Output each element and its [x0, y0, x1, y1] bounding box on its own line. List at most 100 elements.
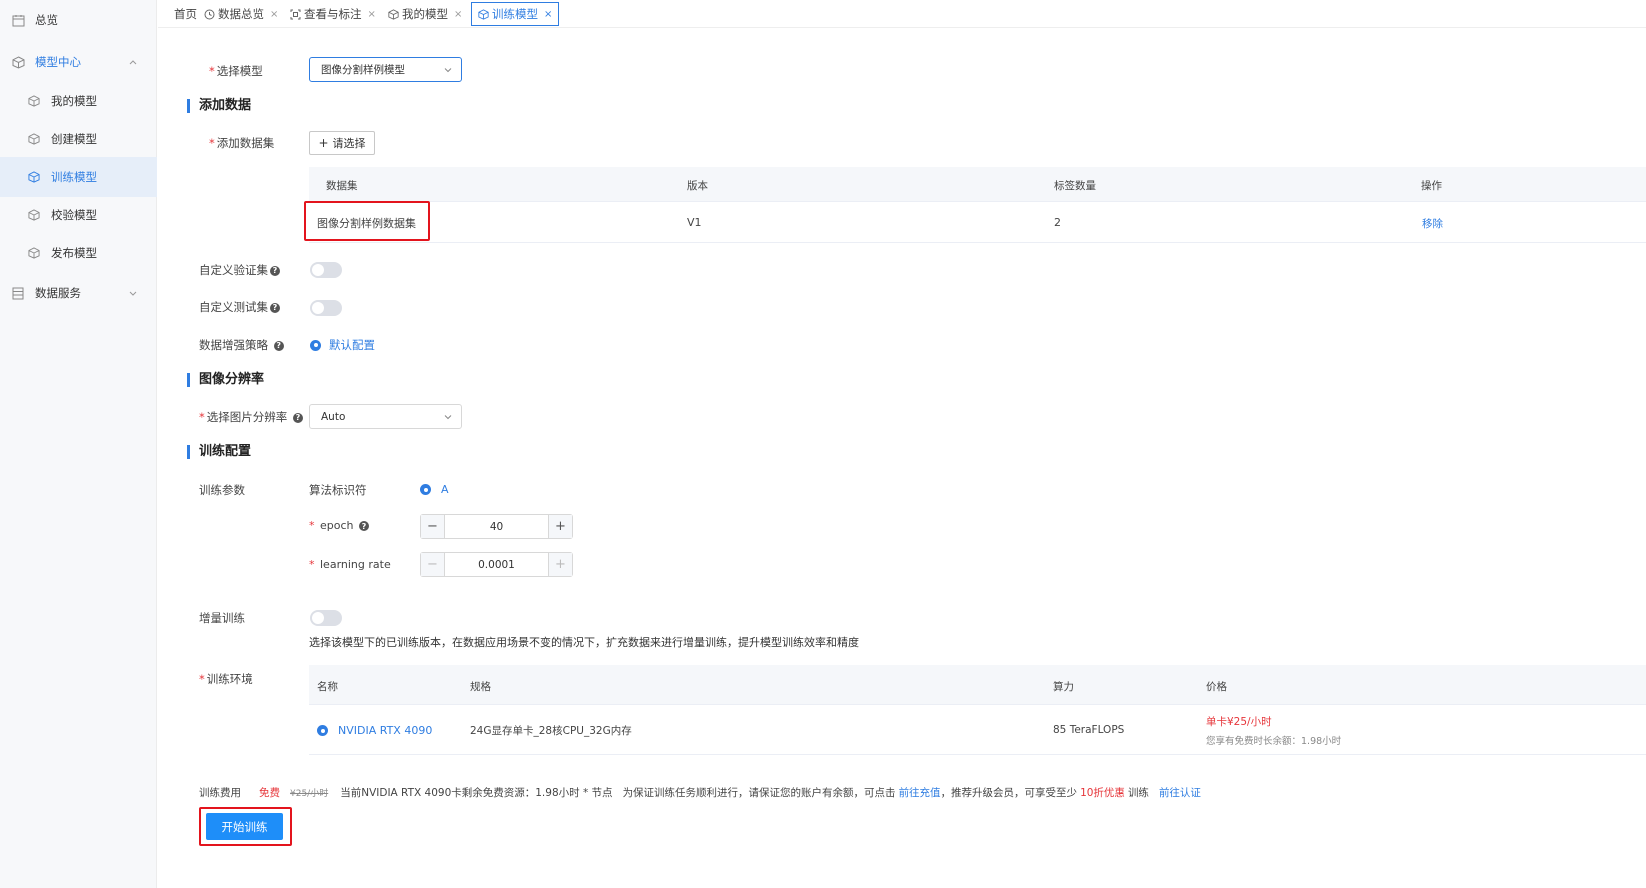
- column-header: 规格: [470, 681, 491, 693]
- augment-label: 数据增强策略 ?: [199, 337, 284, 353]
- decrement-button[interactable]: −: [421, 553, 445, 576]
- plus-icon: +: [318, 136, 329, 150]
- section-train-config: 训练配置: [187, 445, 251, 459]
- sidebar-item-validate-model[interactable]: 校验模型: [0, 195, 157, 235]
- tab-home[interactable]: 首页: [174, 2, 197, 26]
- env-table-header: [309, 665, 1646, 705]
- tab-label: 我的模型: [402, 7, 448, 21]
- epoch-label: * epoch ?: [309, 519, 369, 532]
- tab-label: 数据总览: [218, 7, 264, 21]
- column-header: 名称: [317, 681, 338, 693]
- cube-icon: [27, 94, 41, 108]
- cube-icon: [478, 8, 489, 20]
- help-icon[interactable]: ?: [273, 340, 284, 351]
- increment-button[interactable]: +: [548, 553, 572, 576]
- help-icon[interactable]: ?: [292, 412, 303, 423]
- model-select[interactable]: 图像分割样例模型: [309, 57, 462, 82]
- close-icon[interactable]: ×: [368, 9, 376, 20]
- epoch-value[interactable]: 40: [445, 515, 548, 538]
- resolution-label: * 选择图片分辨率 ?: [199, 409, 303, 425]
- incremental-toggle[interactable]: [310, 610, 342, 626]
- discount-text: 10折优惠: [1080, 787, 1125, 799]
- fee-notice-2: ，推荐升级会员，可享受至少: [940, 787, 1078, 799]
- radio-selected[interactable]: [420, 484, 431, 495]
- help-icon[interactable]: ?: [270, 302, 280, 313]
- lr-value[interactable]: 0.0001: [445, 553, 548, 576]
- tab-my-models[interactable]: 我的模型 ×: [388, 2, 462, 26]
- add-dataset-label: * 添加数据集: [209, 136, 275, 150]
- sidebar-item-model-center[interactable]: 模型中心: [0, 42, 157, 82]
- scan-icon: [290, 9, 301, 20]
- tab-label: 训练模型: [492, 7, 538, 21]
- tab-train-model[interactable]: 训练模型 ×: [471, 2, 560, 26]
- help-icon[interactable]: ?: [270, 265, 280, 276]
- sidebar-item-label: 总览: [35, 13, 58, 27]
- chevron-down-icon: [129, 291, 137, 296]
- sidebar-item-train-model[interactable]: 训练模型: [0, 157, 157, 197]
- lr-stepper[interactable]: − 0.0001 +: [420, 552, 573, 577]
- env-spec: 24G显存单卡_28核CPU_32G内存: [470, 725, 632, 737]
- env-power: 85 TeraFLOPS: [1053, 724, 1125, 736]
- tab-label: 首页: [174, 7, 197, 21]
- sidebar-item-data-service[interactable]: 数据服务: [0, 273, 157, 313]
- chevron-down-icon: [444, 68, 452, 73]
- column-header: 操作: [1421, 180, 1442, 192]
- choose-dataset-label: 请选择: [332, 137, 366, 150]
- tab-data-overview[interactable]: 数据总览 ×: [204, 2, 278, 26]
- env-label: * 训练环境: [199, 672, 253, 686]
- recharge-link[interactable]: 前往充值: [899, 785, 941, 800]
- cube-icon: [388, 8, 399, 20]
- choose-dataset-button[interactable]: + 请选择: [309, 131, 375, 155]
- env-option[interactable]: NVIDIA RTX 4090: [317, 724, 432, 737]
- clock-icon: [204, 9, 215, 20]
- tab-view-annotate[interactable]: 查看与标注 ×: [290, 2, 376, 26]
- decrement-button[interactable]: −: [421, 515, 445, 538]
- sidebar-item-label: 发布模型: [51, 246, 97, 260]
- sidebar-item-my-models[interactable]: 我的模型: [0, 81, 157, 121]
- column-header: 数据集: [326, 180, 358, 192]
- tab-label: 查看与标注: [304, 7, 362, 21]
- radio-selected[interactable]: [317, 725, 328, 736]
- fee-free: 免费: [259, 787, 280, 799]
- select-model-label: * 选择模型: [209, 64, 263, 78]
- sidebar-item-label: 校验模型: [51, 208, 97, 222]
- close-icon[interactable]: ×: [270, 9, 278, 20]
- custom-test-toggle[interactable]: [310, 300, 342, 316]
- section-resolution: 图像分辨率: [187, 373, 264, 387]
- close-icon[interactable]: ×: [454, 9, 462, 20]
- augment-option-label: 默认配置: [329, 338, 375, 352]
- sidebar-item-label: 创建模型: [51, 132, 97, 146]
- train-params-label: 训练参数: [199, 483, 245, 497]
- custom-val-label: 自定义验证集?: [199, 262, 280, 278]
- main-content: * 选择模型 图像分割样例模型 添加数据 * 添加数据集 + 请选择 数据集 版本 …: [158, 28, 1646, 888]
- dataset-label-count: 2: [1054, 216, 1061, 229]
- sidebar-item-label: 模型中心: [35, 55, 81, 69]
- fee-line: 训练费用 免费 ¥25/小时 当前NVIDIA RTX 4090卡剩余免费资源：…: [199, 785, 1201, 800]
- cube-icon: [27, 208, 41, 222]
- resolution-select[interactable]: Auto: [309, 404, 462, 429]
- resolution-select-value: Auto: [321, 410, 346, 423]
- certify-link[interactable]: 前往认证: [1159, 785, 1201, 800]
- custom-val-toggle[interactable]: [310, 262, 342, 278]
- highlight-box: [304, 201, 430, 241]
- augment-option[interactable]: 默认配置: [310, 337, 375, 353]
- sidebar-item-label: 我的模型: [51, 94, 97, 108]
- sidebar-item-publish-model[interactable]: 发布模型: [0, 233, 157, 273]
- incremental-description: 选择该模型下的已训练版本，在数据应用场景不变的情况下，扩充数据来进行增量训练，提…: [309, 636, 859, 649]
- remove-dataset-link[interactable]: 移除: [1422, 216, 1443, 231]
- cube-icon: [27, 246, 41, 260]
- help-icon[interactable]: ?: [359, 521, 369, 531]
- algo-id-label: 算法标识符: [309, 483, 367, 497]
- algo-option[interactable]: A: [420, 483, 449, 496]
- epoch-stepper[interactable]: − 40 +: [420, 514, 573, 539]
- start-training-button[interactable]: 开始训练: [206, 813, 283, 840]
- model-select-value: 图像分割样例模型: [321, 64, 405, 76]
- radio-selected[interactable]: [310, 339, 321, 351]
- close-icon[interactable]: ×: [544, 9, 552, 20]
- sidebar-item-create-model[interactable]: 创建模型: [0, 119, 157, 159]
- sidebar-item-overview[interactable]: 总览: [0, 0, 157, 40]
- fee-original-price: ¥25/小时: [290, 789, 329, 799]
- increment-button[interactable]: +: [548, 515, 572, 538]
- table-row: [309, 202, 1646, 243]
- dataset-version: V1: [687, 216, 702, 229]
